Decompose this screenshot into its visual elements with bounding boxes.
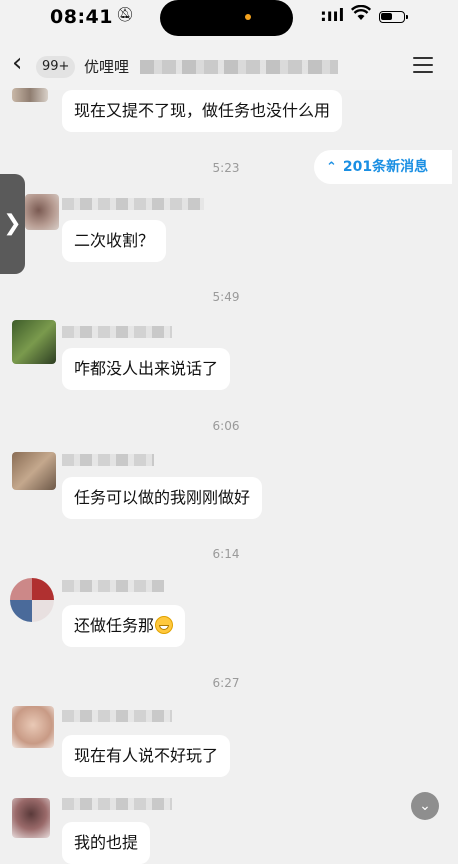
avatar[interactable] [12, 798, 50, 838]
timestamp: 6:06 [212, 419, 240, 433]
sender-name-redacted [62, 454, 154, 466]
menu-icon[interactable] [413, 57, 433, 73]
avatar[interactable] [12, 706, 54, 748]
avatar[interactable] [12, 452, 56, 490]
message-bubble[interactable]: 现在又提不了现，做任务也没什么用 [62, 90, 343, 132]
chat-title: 优哩哩 [84, 58, 130, 76]
message-bubble[interactable]: 任务可以做的我刚刚做好 [62, 477, 263, 519]
clock: 08:41 [50, 6, 113, 28]
cellular-signal-icon: :ııl [320, 6, 345, 26]
message-list[interactable]: 现在又提不了现，做任务也没什么用 ⌃ 201条新消息 5:23 ❯ 二次收割？ 5… [0, 88, 458, 864]
sender-name-redacted [62, 710, 172, 722]
unread-count-badge[interactable]: 99+ [36, 56, 76, 78]
privacy-indicator-icon [245, 14, 251, 20]
chevron-down-icon: ⌄ [419, 798, 431, 814]
chat-title-redacted [140, 60, 338, 74]
sender-name-redacted [62, 198, 204, 210]
timestamp: 6:14 [212, 547, 240, 561]
message-text: 还做任务那 [74, 616, 155, 635]
avatar[interactable] [10, 578, 54, 622]
battery-icon [379, 11, 408, 23]
chat-header: ‹ 99+ 优哩哩 [0, 40, 458, 90]
sender-name-redacted [62, 580, 164, 592]
side-drawer-handle[interactable]: ❯ [0, 174, 25, 274]
avatar[interactable] [25, 194, 59, 230]
message-bubble[interactable]: 现在有人说不好玩了 [62, 735, 231, 777]
mute-icon: 🔕︎ [116, 7, 134, 23]
grinning-face-emoji-icon [155, 616, 174, 634]
wifi-icon [350, 4, 372, 26]
dynamic-island [160, 0, 293, 36]
message-bubble[interactable]: 咋都没人出来说话了 [62, 348, 231, 390]
status-bar: 08:41 🔕︎ :ııl [0, 0, 458, 40]
timestamp: 6:27 [212, 676, 240, 690]
message-bubble[interactable]: 我的也提 [62, 822, 151, 864]
sender-name-redacted [62, 326, 172, 338]
back-chevron-icon[interactable]: ‹ [12, 50, 22, 76]
avatar[interactable] [12, 88, 48, 102]
timestamp: 5:49 [212, 290, 240, 304]
message-bubble[interactable]: 还做任务那 [62, 605, 186, 647]
scroll-to-bottom-button[interactable]: ⌄ [411, 792, 439, 820]
timestamp: 5:23 [212, 161, 240, 175]
message-bubble[interactable]: 二次收割？ [62, 220, 167, 262]
avatar[interactable] [12, 320, 56, 364]
sender-name-redacted [62, 798, 172, 810]
